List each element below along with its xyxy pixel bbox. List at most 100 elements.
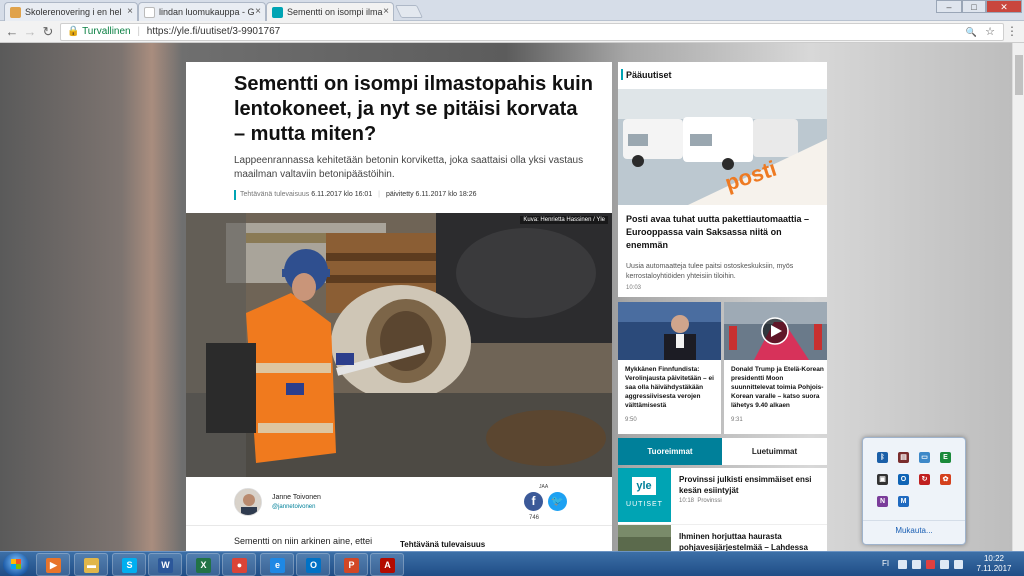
latest-news-title[interactable]: Provinssi julkisti ensimmäiset ensi kesä… (679, 474, 823, 496)
minimize-button[interactable]: – (936, 0, 962, 13)
clock-date: 7.11.2017 (976, 564, 1012, 573)
file-explorer-icon: ▬ (84, 558, 99, 573)
main-news-heading: Pääuutiset (618, 62, 827, 89)
browser-tab-1[interactable]: Skolerenovering i en hel × (4, 2, 138, 21)
browser-menu-icon[interactable]: ⋮ (1006, 24, 1018, 38)
bluetooth-icon[interactable]: ᛒ (877, 452, 888, 463)
maximize-button[interactable]: □ (962, 0, 986, 13)
tab-title: Skolerenovering i en hel (25, 7, 122, 17)
back-button[interactable]: ← (4, 24, 20, 39)
taskbar-app[interactable]: e (260, 553, 294, 576)
taskbar-app[interactable]: P (334, 553, 368, 576)
taskbar-app[interactable]: A (370, 553, 404, 576)
avatar-illustration (235, 489, 261, 515)
battery-icon[interactable] (954, 560, 963, 569)
app-tray-icon[interactable]: ▣ (877, 474, 888, 485)
news-sidebar: Pääuutiset posti Posti avaa tuhat uutta … (618, 62, 827, 553)
twitter-share-icon[interactable]: 🐦 (548, 492, 567, 511)
outlook-tray-icon[interactable]: O (898, 474, 909, 485)
start-button[interactable] (3, 553, 29, 576)
media-player-icon: ▶ (46, 558, 61, 573)
zoom-icon[interactable]: 🔍 (966, 24, 977, 40)
close-window-button[interactable]: ✕ (986, 0, 1022, 13)
url-path: /uutiset/3-9901767 (197, 26, 281, 37)
display-icon[interactable]: ▭ (919, 452, 930, 463)
uutiset-logo-text: UUTISET (626, 501, 663, 508)
tray-customize-link[interactable]: Mukauta... (863, 520, 965, 540)
bookmark-star-icon[interactable]: ☆ (985, 24, 995, 40)
article-lead: Lappeenrannassa kehitetään betonin korvi… (234, 155, 584, 180)
forward-button[interactable]: → (22, 24, 38, 39)
tab-latest[interactable]: Tuoreimmat (618, 438, 722, 465)
word-icon: W (158, 558, 173, 573)
maxthon-tray-icon[interactable]: M (898, 496, 909, 507)
input-language[interactable]: FI (882, 559, 889, 568)
taskbar-app[interactable]: ▶ (36, 553, 70, 576)
divider (186, 525, 612, 526)
url-omnibox[interactable]: 🔒 Turvallinen | https://yle.fi/uutiset/3… (60, 23, 1004, 41)
new-tab-button[interactable] (394, 5, 424, 18)
small-story-time: 9:50 (625, 417, 637, 423)
small-story-card[interactable]: Mykkänen Finnfundista: Verolinjausta päi… (618, 302, 721, 434)
tab-close-icon[interactable]: × (127, 6, 133, 17)
author-avatar[interactable] (234, 488, 262, 516)
small-story-title[interactable]: Mykkänen Finnfundista: Verolinjausta päi… (625, 365, 718, 410)
main-story-time: 10:03 (626, 285, 642, 291)
latest-news-item[interactable]: Ihminen horjuttaa haurasta pohjavesijärj… (618, 524, 827, 553)
author-twitter-handle[interactable]: @jannetoivonen (272, 504, 315, 510)
taskbar-clock[interactable]: 10:22 7.11.2017 (970, 554, 1018, 574)
site-favicon-icon (10, 7, 21, 18)
small-story-title[interactable]: Donald Trump ja Etelä-Korean presidentti… (731, 365, 824, 410)
creative-cloud-icon[interactable]: ✿ (940, 474, 951, 485)
evernote-icon[interactable]: E (940, 452, 951, 463)
related-section-heading: Tehtävänä tulevaisuus (400, 540, 486, 549)
tab-close-icon[interactable]: × (383, 6, 389, 17)
browser-tab-2[interactable]: lindan luomukauppa - G × (138, 2, 266, 21)
excel-icon: X (196, 558, 211, 573)
small-story-card[interactable]: Donald Trump ja Etelä-Korean presidentti… (724, 302, 827, 434)
onenote-tray-icon[interactable]: N (877, 496, 888, 507)
main-story-desc: Uusia automaatteja tulee paitsi ostoskes… (626, 263, 794, 280)
small-story-video-photo (724, 302, 827, 360)
scrollbar-thumb[interactable] (1015, 55, 1023, 95)
taskbar-app[interactable]: ▬ (74, 553, 108, 576)
reload-button[interactable]: ↻ (40, 24, 56, 40)
taskbar-app[interactable]: ● (222, 553, 256, 576)
article-card: Sementti on isompi ilmastopahis kuin len… (186, 62, 612, 551)
tab-close-icon[interactable]: × (255, 6, 261, 17)
tab-most-read[interactable]: Luetuimmat (722, 438, 827, 465)
article-meta: Tehtävänä tulevaisuus 6.11.2017 klo 16:0… (234, 190, 477, 200)
yle-uutiset-logo: yle UUTISET (618, 468, 671, 522)
sync-red-icon[interactable]: ↻ (919, 474, 930, 485)
alert-icon[interactable] (926, 560, 935, 569)
network-monitor-icon[interactable]: ▤ (898, 452, 909, 463)
tab-title: lindan luomukauppa - G (159, 7, 255, 17)
latest-news-title[interactable]: Ihminen horjuttaa haurasta pohjavesijärj… (679, 531, 823, 553)
posti-vans-photo[interactable]: posti (618, 89, 827, 205)
tab-title: Sementti on isompi ilma (287, 7, 383, 17)
windows-taskbar: ▶ ▬ S W X ● e O P A FI 10:22 7.11.2017 (0, 551, 1024, 576)
hero-illustration (186, 213, 612, 477)
article-category-link[interactable]: Tehtävänä tulevaisuus (240, 191, 309, 198)
taskbar-app[interactable]: W (148, 553, 182, 576)
chrome-icon: ● (232, 558, 247, 573)
taskbar-app[interactable]: X (186, 553, 220, 576)
browser-tab-bar: Skolerenovering i en hel × lindan luomuk… (0, 0, 1024, 22)
latest-news-item[interactable]: yle UUTISET Provinssi julkisti ensimmäis… (618, 468, 827, 524)
author-name[interactable]: Janne Toivonen (272, 494, 321, 501)
facebook-share-icon[interactable]: f (524, 492, 543, 511)
share-block: JAA f 🐦 746 (524, 484, 574, 528)
taskbar-app[interactable]: S (112, 553, 146, 576)
article-updated: päivitetty 6.11.2017 klo 18:26 (385, 191, 477, 198)
hero-photo-worker-mixing-cement: Kuva: Henrietta Hassinen / Yle (186, 213, 612, 477)
tray-expand-icon[interactable] (898, 560, 907, 569)
network-icon[interactable] (912, 560, 921, 569)
red-carpet-illustration (724, 302, 827, 360)
volume-icon[interactable] (940, 560, 949, 569)
groundwater-illustration (618, 525, 671, 552)
page-scrollbar[interactable] (1012, 43, 1024, 551)
browser-tab-3-active[interactable]: Sementti on isompi ilma × (266, 2, 394, 22)
main-story-card[interactable]: Posti avaa tuhat uutta pakettiautomaatti… (618, 205, 827, 297)
taskbar-app[interactable]: O (296, 553, 330, 576)
main-story-title[interactable]: Posti avaa tuhat uutta pakettiautomaatti… (626, 213, 821, 252)
